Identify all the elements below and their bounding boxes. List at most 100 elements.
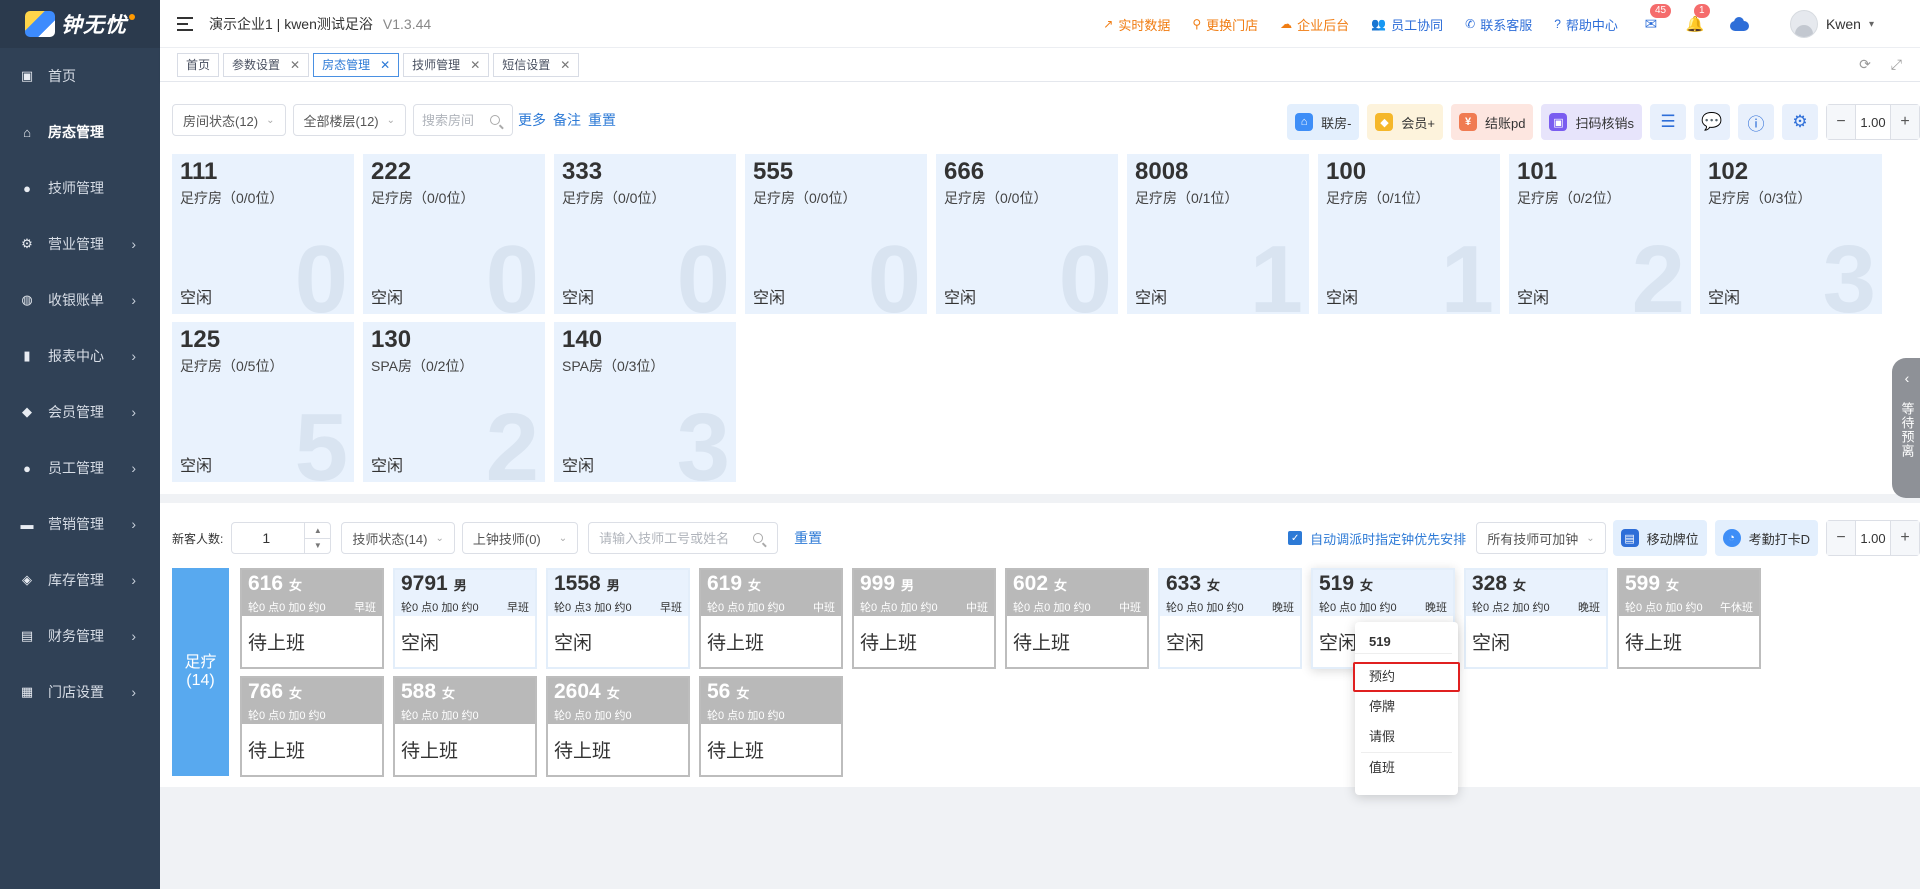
technician-card[interactable]: 328 女轮0 点2 加0 约0 晚班 空闲: [1464, 568, 1608, 669]
room-card[interactable]: 8008 足疗房（0/1位） 1 空闲: [1127, 154, 1309, 314]
sidebar-item-members[interactable]: ◆ 会员管理 ›: [0, 384, 160, 440]
enterprise-backend-link[interactable]: ☁ 企业后台: [1280, 15, 1349, 34]
technician-card[interactable]: 602 女轮0 点0 加0 约0 中班 待上班: [1005, 568, 1149, 669]
tab-room-status[interactable]: 房态管理 ✕: [313, 52, 400, 77]
technician-card[interactable]: 9791 男轮0 点0 加0 约0 早班 空闲: [393, 568, 537, 669]
room-card[interactable]: 222 足疗房（0/0位） 0 空闲: [363, 154, 545, 314]
on-clock-select[interactable]: 上钟技师(0) ⌄: [461, 522, 579, 554]
close-icon[interactable]: ✕: [560, 58, 570, 72]
chevron-up-icon[interactable]: ▲: [305, 523, 331, 539]
zoom-value[interactable]: 1.00: [1855, 105, 1891, 139]
hamburger-menu-icon[interactable]: [177, 16, 193, 31]
list-view-button[interactable]: ☰: [1650, 104, 1686, 140]
technician-card[interactable]: 56 女轮0 点0 加0 约0 待上班: [699, 676, 843, 777]
plus-icon[interactable]: +: [1891, 521, 1919, 555]
room-card[interactable]: 101 足疗房（0/2位） 2 空闲: [1509, 154, 1691, 314]
room-search[interactable]: [413, 104, 514, 136]
sidebar-item-business[interactable]: ⚙ 营业管理 ›: [0, 216, 160, 272]
room-card[interactable]: 333 足疗房（0/0位） 0 空闲: [554, 154, 736, 314]
menu-item-reserve[interactable]: 预约: [1353, 662, 1460, 692]
plus-icon[interactable]: +: [1891, 105, 1919, 139]
minus-icon[interactable]: −: [1827, 521, 1855, 555]
room-card[interactable]: 102 足疗房（0/3位） 3 空闲: [1700, 154, 1882, 314]
sidebar-item-inventory[interactable]: ◈ 库存管理 ›: [0, 552, 160, 608]
change-store-link[interactable]: ⚲ 更换门店: [1192, 15, 1258, 34]
sidebar-item-staff[interactable]: ● 员工管理 ›: [0, 440, 160, 496]
username[interactable]: Kwen: [1826, 16, 1861, 32]
auto-dispatch-checkbox[interactable]: ✓: [1288, 531, 1303, 545]
menu-item-suspend[interactable]: 停牌: [1355, 692, 1458, 722]
technician-card[interactable]: 999 男轮0 点0 加0 约0 中班 待上班: [852, 568, 996, 669]
sidebar-item-reports[interactable]: ▮ 报表中心 ›: [0, 328, 160, 384]
staff-collab-link[interactable]: 👥 员工协同: [1371, 15, 1443, 34]
menu-item-duty[interactable]: 值班: [1355, 753, 1458, 783]
tech-reset-link[interactable]: 重置: [794, 528, 822, 548]
close-icon[interactable]: ✕: [380, 58, 390, 72]
help-center-link[interactable]: ? 帮助中心: [1554, 15, 1618, 34]
waiting-departure-tab[interactable]: ‹ 等待预离: [1892, 358, 1920, 498]
join-room-button[interactable]: ⌂ 联房-: [1287, 104, 1360, 140]
attendance-button[interactable]: ◔ 考勤打卡D: [1714, 520, 1818, 556]
tech-search[interactable]: [588, 522, 779, 554]
refresh-icon[interactable]: ⟳: [1859, 56, 1871, 73]
sidebar-item-store-settings[interactable]: ▦ 门店设置 ›: [0, 664, 160, 720]
tech-search-input[interactable]: [599, 530, 750, 546]
new-guest-stepper[interactable]: 1 ▲ ▼: [231, 522, 332, 554]
avatar[interactable]: [1789, 10, 1818, 38]
sidebar-item-home[interactable]: ▣ 首页: [0, 48, 160, 104]
info-button[interactable]: ⓘ: [1738, 104, 1774, 140]
technician-card[interactable]: 619 女轮0 点0 加0 约0 中班 待上班: [699, 568, 843, 669]
tech-group-foot[interactable]: 足疗 (14): [172, 568, 229, 776]
notification-button[interactable]: 🔔 1: [1684, 4, 1710, 35]
room-status-select[interactable]: 房间状态(12) ⌄: [172, 104, 286, 136]
sidebar-item-technicians[interactable]: ● 技师管理: [0, 160, 160, 216]
room-card[interactable]: 555 足疗房（0/0位） 0 空闲: [745, 154, 927, 314]
realtime-data-link[interactable]: ↗ 实时数据: [1103, 15, 1170, 34]
scan-verify-button[interactable]: ▣ 扫码核销s: [1541, 104, 1642, 140]
room-card[interactable]: 125 足疗房（0/5位） 5 空闲: [172, 322, 354, 482]
technician-card[interactable]: 2604 女轮0 点0 加0 约0 待上班: [546, 676, 690, 777]
floor-select[interactable]: 全部楼层(12) ⌄: [292, 104, 407, 136]
brand-logo[interactable]: 钟无忧: [0, 0, 160, 48]
sidebar-item-marketing[interactable]: ▬ 营销管理 ›: [0, 496, 160, 552]
technician-card[interactable]: 1558 男轮0 点3 加0 约0 早班 空闲: [546, 568, 690, 669]
room-card[interactable]: 140 SPA房（0/3位） 3 空闲: [554, 322, 736, 482]
close-icon[interactable]: ✕: [470, 58, 480, 72]
tech-zoom-stepper[interactable]: −1.00 +: [1826, 520, 1920, 556]
room-card[interactable]: 100 足疗房（0/1位） 1 空闲: [1318, 154, 1500, 314]
room-search-input[interactable]: [422, 112, 487, 128]
sidebar-item-finance[interactable]: ▤ 财务管理 ›: [0, 608, 160, 664]
technician-card[interactable]: 766 女轮0 点0 加0 约0 待上班: [240, 676, 384, 777]
room-card[interactable]: 111 足疗房（0/0位） 0 空闲: [172, 154, 354, 314]
settings-button[interactable]: ⚙: [1782, 104, 1818, 140]
sidebar-item-room-status[interactable]: ⌂ 房态管理: [0, 104, 160, 160]
chevron-down-icon[interactable]: ▼: [305, 539, 330, 554]
tab-home[interactable]: 首页: [177, 52, 220, 77]
chat-button[interactable]: 💬: [1694, 104, 1730, 140]
cloud-icon[interactable]: [1728, 17, 1750, 31]
menu-item-leave[interactable]: 请假: [1355, 722, 1458, 752]
tab-params[interactable]: 参数设置 ✕: [223, 52, 310, 77]
technician-card[interactable]: 599 女轮0 点0 加0 约0 午休班 待上班: [1617, 568, 1761, 669]
tab-sms[interactable]: 短信设置 ✕: [493, 52, 580, 77]
sidebar-item-cashier[interactable]: ◍ 收银账单 ›: [0, 272, 160, 328]
room-zoom-stepper[interactable]: −1.00 +: [1826, 104, 1920, 140]
add-clock-select[interactable]: 所有技师可加钟 ⌄: [1476, 522, 1606, 554]
checkout-button[interactable]: ¥ 结账pd: [1451, 104, 1534, 140]
contact-support-link[interactable]: ✆ 联系客服: [1465, 15, 1532, 34]
auto-dispatch-label[interactable]: 自动调派时指定钟优先安排: [1310, 529, 1466, 548]
caret-down-icon[interactable]: ▾: [1869, 19, 1874, 30]
room-card[interactable]: 666 足疗房（0/0位） 0 空闲: [936, 154, 1118, 314]
technician-card[interactable]: 633 女轮0 点0 加0 约0 晚班 空闲: [1158, 568, 1302, 669]
mail-button[interactable]: ✉ 45: [1640, 4, 1672, 35]
minus-icon[interactable]: −: [1827, 105, 1855, 139]
tech-status-select[interactable]: 技师状态(14) ⌄: [341, 522, 455, 554]
zoom-value[interactable]: 1.00: [1855, 521, 1891, 555]
room-card[interactable]: 130 SPA房（0/2位） 2 空闲: [363, 322, 545, 482]
new-guest-value[interactable]: 1: [232, 530, 304, 546]
note-link[interactable]: 备注: [553, 110, 581, 130]
member-button[interactable]: ◆ 会员+: [1367, 104, 1444, 140]
technician-card[interactable]: 616 女轮0 点0 加0 约0 早班 待上班: [240, 568, 384, 669]
move-card-button[interactable]: ▤ 移动牌位: [1612, 520, 1707, 556]
more-link[interactable]: 更多: [518, 110, 546, 130]
